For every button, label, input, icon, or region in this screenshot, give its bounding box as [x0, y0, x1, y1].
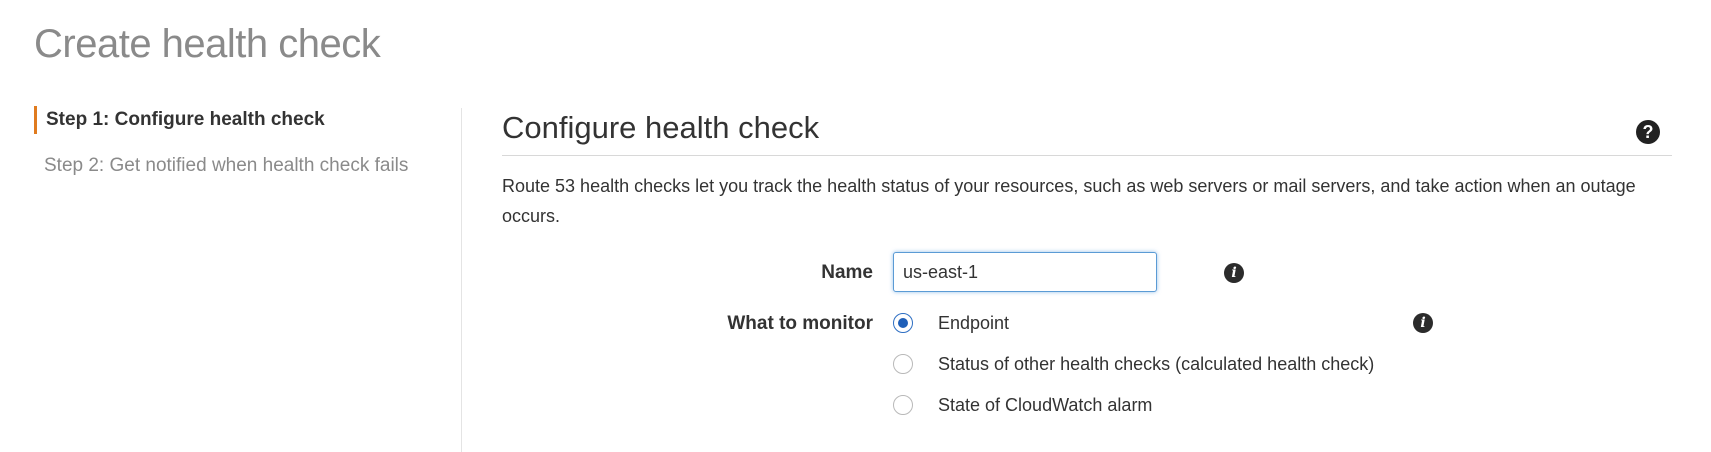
radio-button[interactable] — [893, 354, 913, 374]
info-circle-icon[interactable]: i — [1413, 313, 1433, 333]
section-divider — [502, 155, 1672, 156]
radio-label: Status of other health checks (calculate… — [938, 353, 1375, 374]
name-input[interactable] — [893, 252, 1157, 292]
step-get-notified[interactable]: Step 2: Get notified when health check f… — [34, 152, 454, 180]
radio-option-cloudwatch-alarm[interactable]: State of CloudWatch alarm — [893, 393, 1152, 417]
question-circle-icon[interactable]: ? — [1636, 120, 1660, 144]
radio-label: State of CloudWatch alarm — [938, 394, 1153, 415]
name-label: Name — [821, 262, 873, 283]
radio-option-endpoint[interactable]: Endpoint — [893, 311, 1009, 335]
vertical-divider — [461, 108, 462, 452]
what-to-monitor-label: What to monitor — [727, 313, 873, 334]
section-description: Route 53 health checks let you track the… — [502, 176, 1636, 226]
wizard-steps: Step 1: Configure health check Step 2: G… — [34, 106, 454, 180]
page-title: Create health check — [34, 22, 381, 66]
section-title: Configure health check — [502, 110, 820, 145]
step-configure-health-check[interactable]: Step 1: Configure health check — [34, 106, 454, 134]
radio-button[interactable] — [893, 395, 913, 415]
radio-button-selected[interactable] — [893, 313, 913, 333]
radio-label: Endpoint — [938, 312, 1010, 333]
radio-option-calculated-health-check[interactable]: Status of other health checks (calculate… — [893, 352, 1374, 376]
info-circle-icon[interactable]: i — [1224, 263, 1244, 283]
